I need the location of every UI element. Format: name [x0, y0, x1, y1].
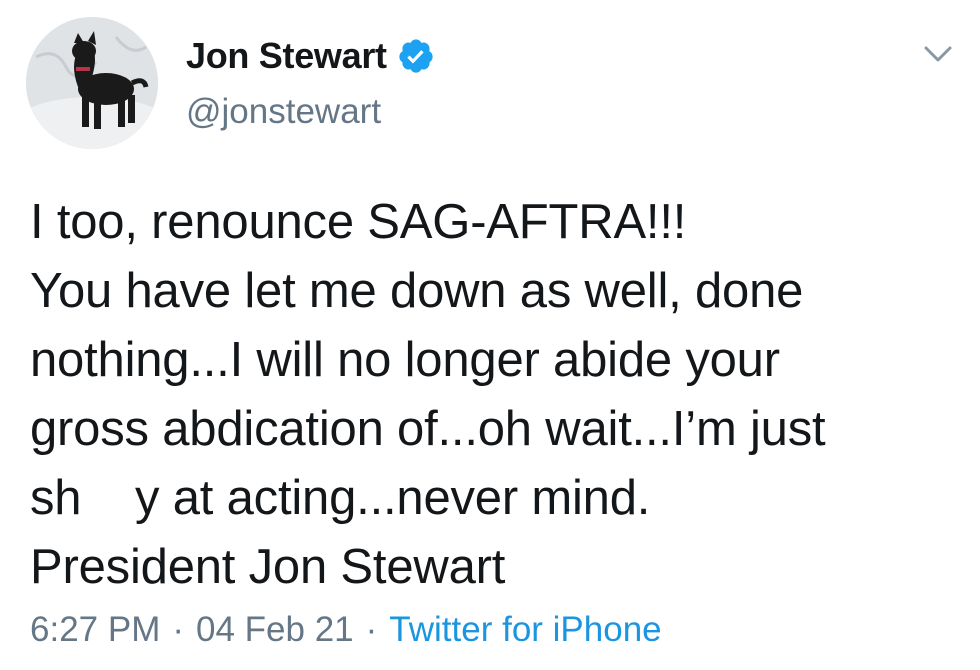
tweet-text-line: I too, renounce SAG-AFTRA!!!: [30, 195, 687, 249]
author-name-row: Jon Stewart: [186, 34, 435, 78]
display-name[interactable]: Jon Stewart: [186, 35, 387, 77]
tweet-text-line: sh y at acting...never mind.: [30, 471, 651, 525]
tweet-text-line: President Jon Stewart: [30, 540, 506, 594]
tweet-time[interactable]: 6:27 PM: [30, 610, 160, 650]
meta-separator: ·: [172, 610, 185, 649]
user-handle[interactable]: @jonstewart: [186, 92, 381, 132]
avatar[interactable]: [26, 17, 158, 149]
tweet-date[interactable]: 04 Feb 21: [196, 610, 354, 650]
tweet-text-line: You have let me down as well, done: [30, 264, 804, 318]
verified-badge-icon: [397, 37, 435, 75]
tweet-card: Jon Stewart @jonstewart I too, renounce …: [0, 0, 980, 670]
tweet-meta: 6:27 PM · 04 Feb 21 · Twitter for iPhone: [30, 610, 662, 650]
tweet-source-link[interactable]: Twitter for iPhone: [389, 610, 661, 650]
tweet-text-line: nothing...I will no longer abide your: [30, 333, 780, 387]
meta-separator: ·: [365, 610, 378, 649]
tweet-text-line: gross abdication of...oh wait...I’m just: [30, 402, 826, 456]
chevron-down-icon[interactable]: [918, 40, 958, 70]
dog-avatar-image: [26, 17, 158, 149]
tweet-text: I too, renounce SAG-AFTRA!!! You have le…: [30, 188, 965, 602]
